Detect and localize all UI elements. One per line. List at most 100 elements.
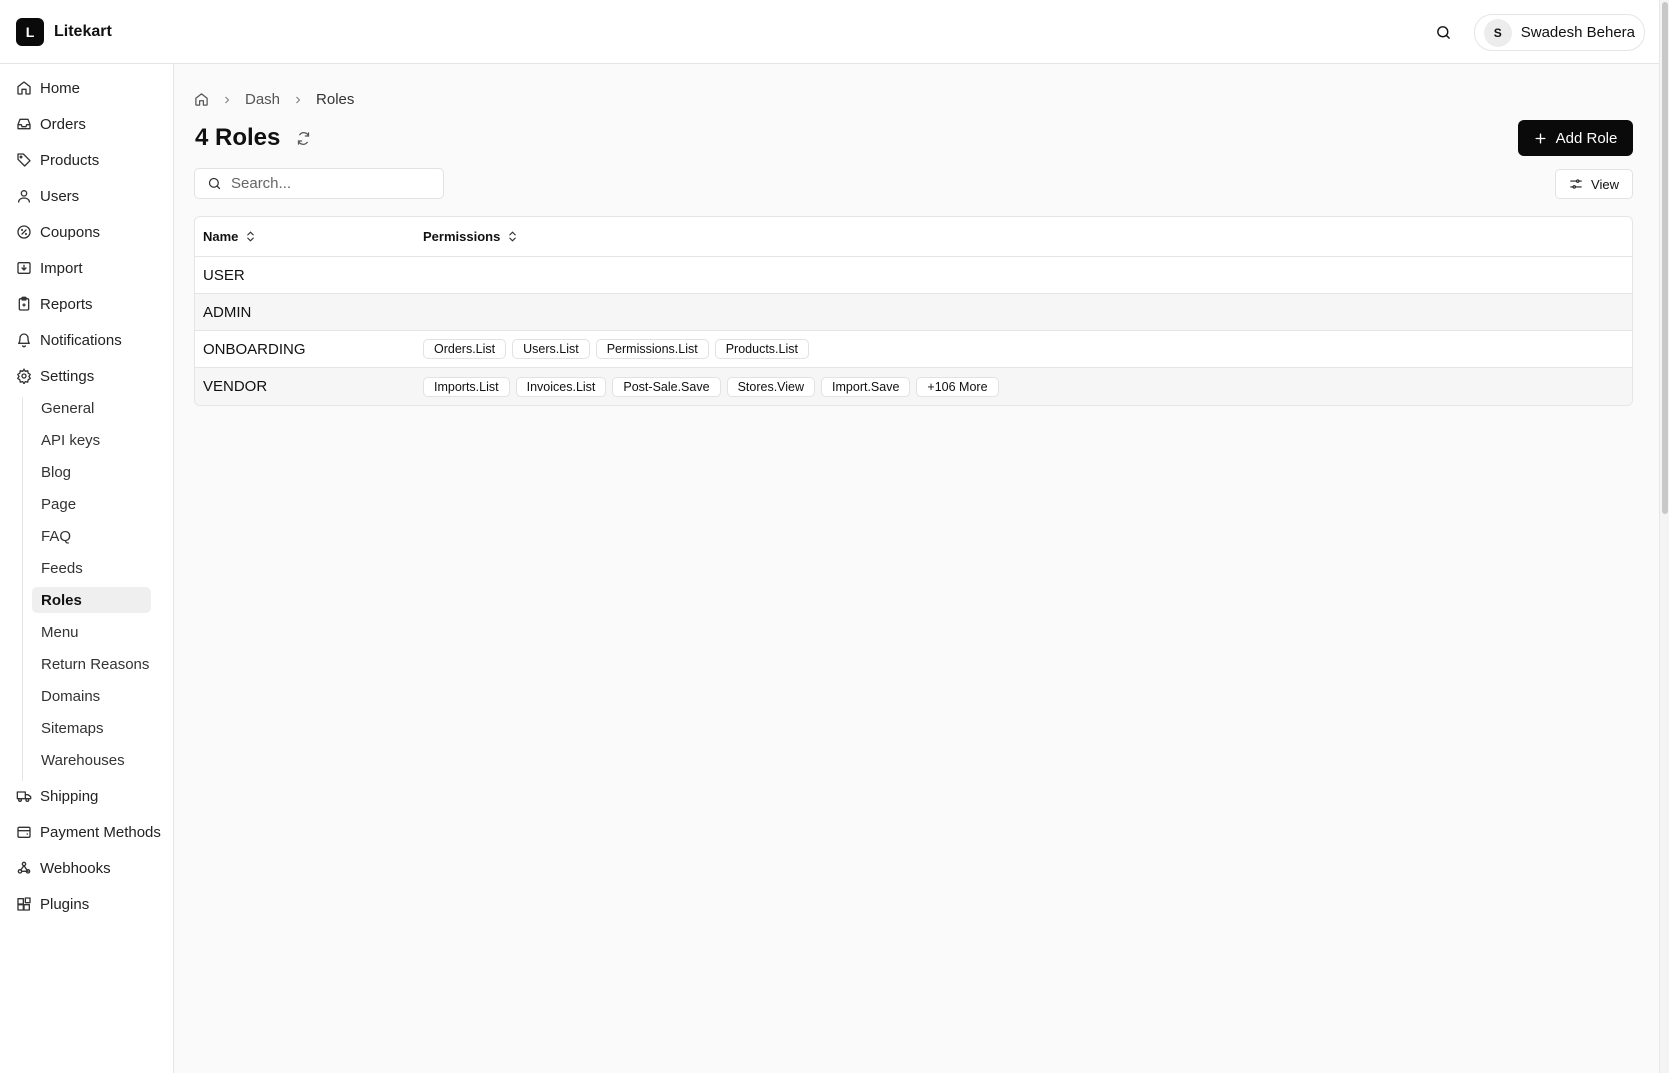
tag-icon	[17, 153, 31, 167]
column-header-permissions[interactable]: Permissions	[423, 229, 519, 244]
add-role-button[interactable]: Add Role	[1518, 120, 1633, 156]
submenu-item-menu[interactable]: Menu	[32, 619, 151, 645]
search-field[interactable]	[194, 168, 444, 199]
plus-icon	[1535, 132, 1546, 144]
sidebar-item-notifications[interactable]: Notifications	[16, 328, 122, 352]
table-header: Name Permissions	[195, 217, 1632, 257]
column-name-label: Name	[203, 229, 239, 244]
chevron-right-icon	[221, 94, 233, 106]
table-row[interactable]: ONBOARDING Orders.List Users.List Permis…	[195, 331, 1632, 368]
truck-icon	[16, 791, 32, 802]
user-menu-button[interactable]: S Swadesh Behera	[1473, 14, 1645, 51]
wallet-icon	[17, 826, 31, 838]
permission-badge: Orders.List	[423, 339, 507, 359]
permission-badge: Import.Save	[821, 376, 911, 397]
sidebar-item-label: Products	[40, 151, 100, 169]
permission-badge: Post-Sale.Save	[612, 376, 721, 397]
submenu-item-general[interactable]: General	[32, 395, 151, 421]
sidebar-item-label: Import	[40, 259, 83, 277]
search-button[interactable]	[1426, 15, 1462, 51]
table-row[interactable]: USER	[195, 257, 1632, 294]
clipboard-icon	[18, 296, 30, 311]
sidebar-item-label: Coupons	[40, 223, 101, 241]
submenu-item-feeds[interactable]: Feeds	[32, 555, 151, 581]
sidebar-item-import[interactable]: Import	[16, 256, 83, 280]
more-permissions-badge[interactable]: +106 More	[916, 376, 999, 397]
sidebar-item-plugins[interactable]: Plugins	[16, 892, 89, 916]
sidebar-item-label: Plugins	[40, 895, 90, 913]
submenu-item-page[interactable]: Page	[32, 491, 151, 517]
permission-badge: Permissions.List	[595, 339, 709, 359]
sidebar-item-payment-methods[interactable]: Payment Methods	[16, 820, 161, 844]
submenu-item-api-keys[interactable]: API keys	[32, 427, 151, 453]
sidebar-item-label: Reports	[40, 295, 93, 313]
sidebar-item-products[interactable]: Products	[16, 148, 99, 172]
main-content: Dash Roles 4 Roles Add Role View Name Pe…	[175, 64, 1659, 1073]
chevron-right-icon	[292, 94, 304, 106]
view-label: View	[1591, 176, 1619, 192]
blocks-icon	[17, 897, 31, 911]
view-options-button[interactable]: View	[1555, 169, 1633, 199]
submenu-item-domains[interactable]: Domains	[32, 683, 151, 709]
table-row[interactable]: ADMIN	[195, 294, 1632, 331]
sidebar-item-label: Users	[40, 187, 80, 205]
submenu-item-return-reasons[interactable]: Return Reasons	[32, 651, 151, 677]
submenu-item-blog[interactable]: Blog	[32, 459, 151, 485]
roles-table: Name Permissions USER ADMIN ONBOARDING O…	[194, 216, 1633, 406]
submenu-item-warehouses[interactable]: Warehouses	[32, 747, 151, 773]
refresh-button[interactable]	[296, 131, 311, 146]
sort-icon	[247, 231, 255, 242]
sidebar-item-label: Payment Methods	[40, 823, 161, 841]
role-permissions: Imports.List Invoices.List Post-Sale.Sav…	[423, 376, 1005, 397]
sidebar-item-orders[interactable]: Orders	[16, 112, 86, 136]
sidebar-item-webhooks[interactable]: Webhooks	[16, 856, 111, 880]
permission-badge: Stores.View	[726, 376, 816, 397]
role-name: ADMIN	[203, 303, 252, 321]
sidebar-item-home[interactable]: Home	[16, 76, 80, 100]
column-permissions-label: Permissions	[423, 229, 501, 244]
sidebar: Home Orders Products Users Coupons Impor…	[0, 64, 174, 1073]
scrollbar-thumb[interactable]	[1662, 2, 1668, 514]
column-header-name[interactable]: Name	[195, 229, 423, 244]
breadcrumb-dash[interactable]: Dash	[245, 91, 280, 108]
sidebar-item-shipping[interactable]: Shipping	[16, 784, 98, 808]
sidebar-item-coupons[interactable]: Coupons	[16, 220, 100, 244]
brand[interactable]: L Litekart	[16, 17, 112, 46]
webhook-icon	[17, 861, 31, 874]
user-name: Swadesh Behera	[1520, 24, 1635, 41]
sidebar-item-settings[interactable]: Settings	[16, 364, 94, 388]
user-icon	[18, 190, 30, 203]
table-row[interactable]: VENDOR Imports.List Invoices.List Post-S…	[195, 368, 1632, 405]
avatar: S	[1483, 18, 1512, 47]
sidebar-item-label: Home	[40, 79, 81, 97]
import-icon	[17, 262, 31, 274]
refresh-icon	[298, 131, 310, 145]
search-icon	[1437, 26, 1451, 39]
search-input[interactable]	[231, 175, 431, 192]
permission-badge: Imports.List	[423, 376, 510, 397]
bell-icon	[18, 333, 30, 348]
breadcrumb: Dash Roles	[194, 91, 354, 108]
inbox-icon	[17, 118, 31, 130]
gear-icon	[16, 368, 32, 384]
top-header: L Litekart S Swadesh Behera	[0, 0, 1659, 64]
add-role-label: Add Role	[1555, 129, 1618, 147]
submenu-item-sitemaps[interactable]: Sitemaps	[32, 715, 151, 741]
page-scrollbar[interactable]	[1659, 0, 1669, 1073]
badge-percent-icon	[17, 225, 31, 239]
sidebar-item-label: Notifications	[40, 331, 122, 349]
sidebar-item-reports[interactable]: Reports	[16, 292, 93, 316]
submenu-item-roles[interactable]: Roles	[32, 587, 151, 613]
permission-badge: Users.List	[512, 339, 590, 359]
sidebar-item-label: Orders	[40, 115, 86, 133]
submenu-item-faq[interactable]: FAQ	[32, 523, 151, 549]
brand-name: Litekart	[54, 22, 112, 40]
settings-submenu-guide	[22, 397, 23, 781]
home-icon	[17, 81, 31, 95]
breadcrumb-home[interactable]	[194, 92, 209, 107]
role-name: USER	[203, 266, 245, 284]
sliders-icon	[1570, 179, 1582, 189]
role-name: VENDOR	[203, 378, 268, 395]
sidebar-item-users[interactable]: Users	[16, 184, 79, 208]
brand-logo: L	[16, 17, 44, 46]
